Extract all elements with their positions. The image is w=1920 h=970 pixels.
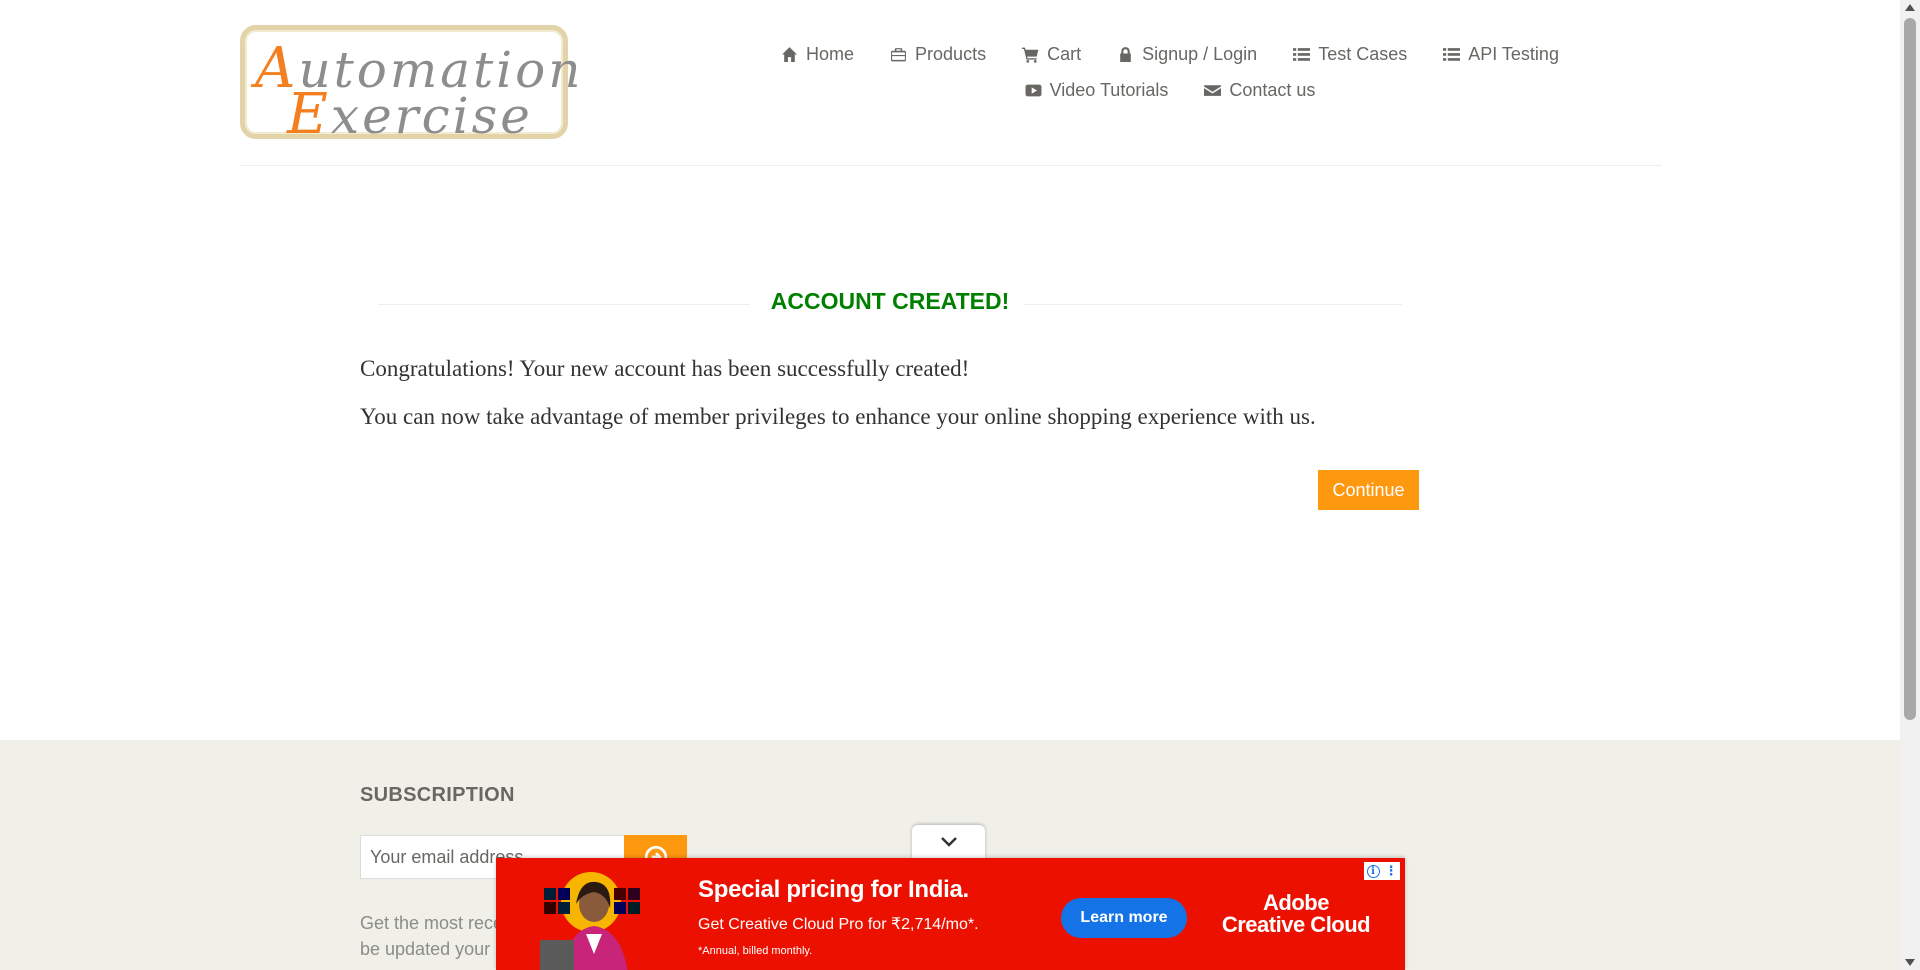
ad-learn-more-button[interactable]: Learn more — [1061, 898, 1187, 938]
main-nav: Home Products Cart Signup / Login Test C… — [740, 36, 1600, 108]
home-icon — [782, 46, 797, 62]
lock-icon — [1120, 46, 1131, 62]
cart-icon — [1022, 47, 1039, 63]
briefcase-icon — [891, 47, 906, 61]
ad-collapse-button[interactable] — [912, 825, 985, 859]
title-divider-right — [1024, 304, 1402, 305]
continue-button[interactable]: Continue — [1318, 470, 1419, 510]
nav-signup-login[interactable]: Signup / Login — [1099, 44, 1275, 65]
scroll-down-arrow-icon[interactable] — [1905, 959, 1915, 966]
youtube-play-icon — [1025, 84, 1042, 96]
ad-person-image — [540, 872, 640, 970]
nav-api-testing-label: API Testing — [1468, 43, 1559, 64]
ad-note: *Annual, billed monthly. — [698, 945, 813, 957]
title-block: ACCOUNT CREATED! — [378, 284, 1402, 324]
list-icon — [1443, 47, 1461, 61]
advertisement-banner[interactable]: Special pricing for India. Get Creative … — [496, 858, 1405, 970]
nav-row-2: Video Tutorials Contact us — [740, 72, 1600, 108]
ad-brand-line1: Adobe — [1263, 890, 1329, 915]
ad-brand-line2: Creative Cloud — [1221, 912, 1371, 937]
site-header: Automation Exercise Home Products Cart S… — [240, 0, 1662, 166]
nav-products[interactable]: Products — [872, 44, 1004, 65]
nav-contact-us-label: Contact us — [1229, 79, 1316, 100]
ad-info-icon[interactable]: i — [1366, 864, 1380, 878]
subscription-title: SUBSCRIPTION — [360, 784, 515, 806]
logo-text-line2: Exercise — [287, 82, 533, 147]
congratulations-message: Congratulations! Your new account has be… — [360, 356, 970, 381]
ad-brand: Adobe Creative Cloud — [1216, 892, 1376, 936]
nav-home-label: Home — [806, 43, 855, 64]
nav-cart-label: Cart — [1047, 43, 1082, 64]
nav-home[interactable]: Home — [763, 44, 872, 65]
scroll-up-arrow-icon[interactable] — [1905, 4, 1915, 11]
nav-video-tutorials-label: Video Tutorials — [1049, 79, 1169, 100]
ad-headline: Special pricing for India. — [698, 876, 969, 903]
nav-api-testing[interactable]: API Testing — [1425, 44, 1577, 65]
nav-contact-us[interactable]: Contact us — [1186, 80, 1333, 101]
nav-signup-login-label: Signup / Login — [1142, 43, 1258, 64]
page-scrollbar[interactable] — [1900, 0, 1920, 970]
privileges-message: You can now take advantage of member pri… — [360, 404, 1316, 429]
envelope-icon — [1204, 84, 1222, 96]
nav-row-1: Home Products Cart Signup / Login Test C… — [740, 36, 1600, 72]
scrollbar-thumb[interactable] — [1904, 18, 1916, 720]
nav-video-tutorials[interactable]: Video Tutorials — [1007, 80, 1187, 101]
list-icon — [1293, 47, 1311, 61]
ad-more-options-icon[interactable]: ⋮ — [1385, 864, 1398, 877]
nav-cart[interactable]: Cart — [1004, 44, 1099, 65]
page-title: ACCOUNT CREATED! — [770, 288, 1010, 314]
site-logo[interactable]: Automation Exercise — [240, 25, 580, 147]
chevron-down-icon — [940, 837, 957, 847]
nav-test-cases-label: Test Cases — [1318, 43, 1408, 64]
nav-products-label: Products — [915, 43, 987, 64]
nav-test-cases[interactable]: Test Cases — [1275, 44, 1425, 65]
ad-choices[interactable]: i ⋮ — [1364, 862, 1400, 880]
ad-subline: Get Creative Cloud Pro for ₹2,714/mo*. — [698, 916, 979, 933]
